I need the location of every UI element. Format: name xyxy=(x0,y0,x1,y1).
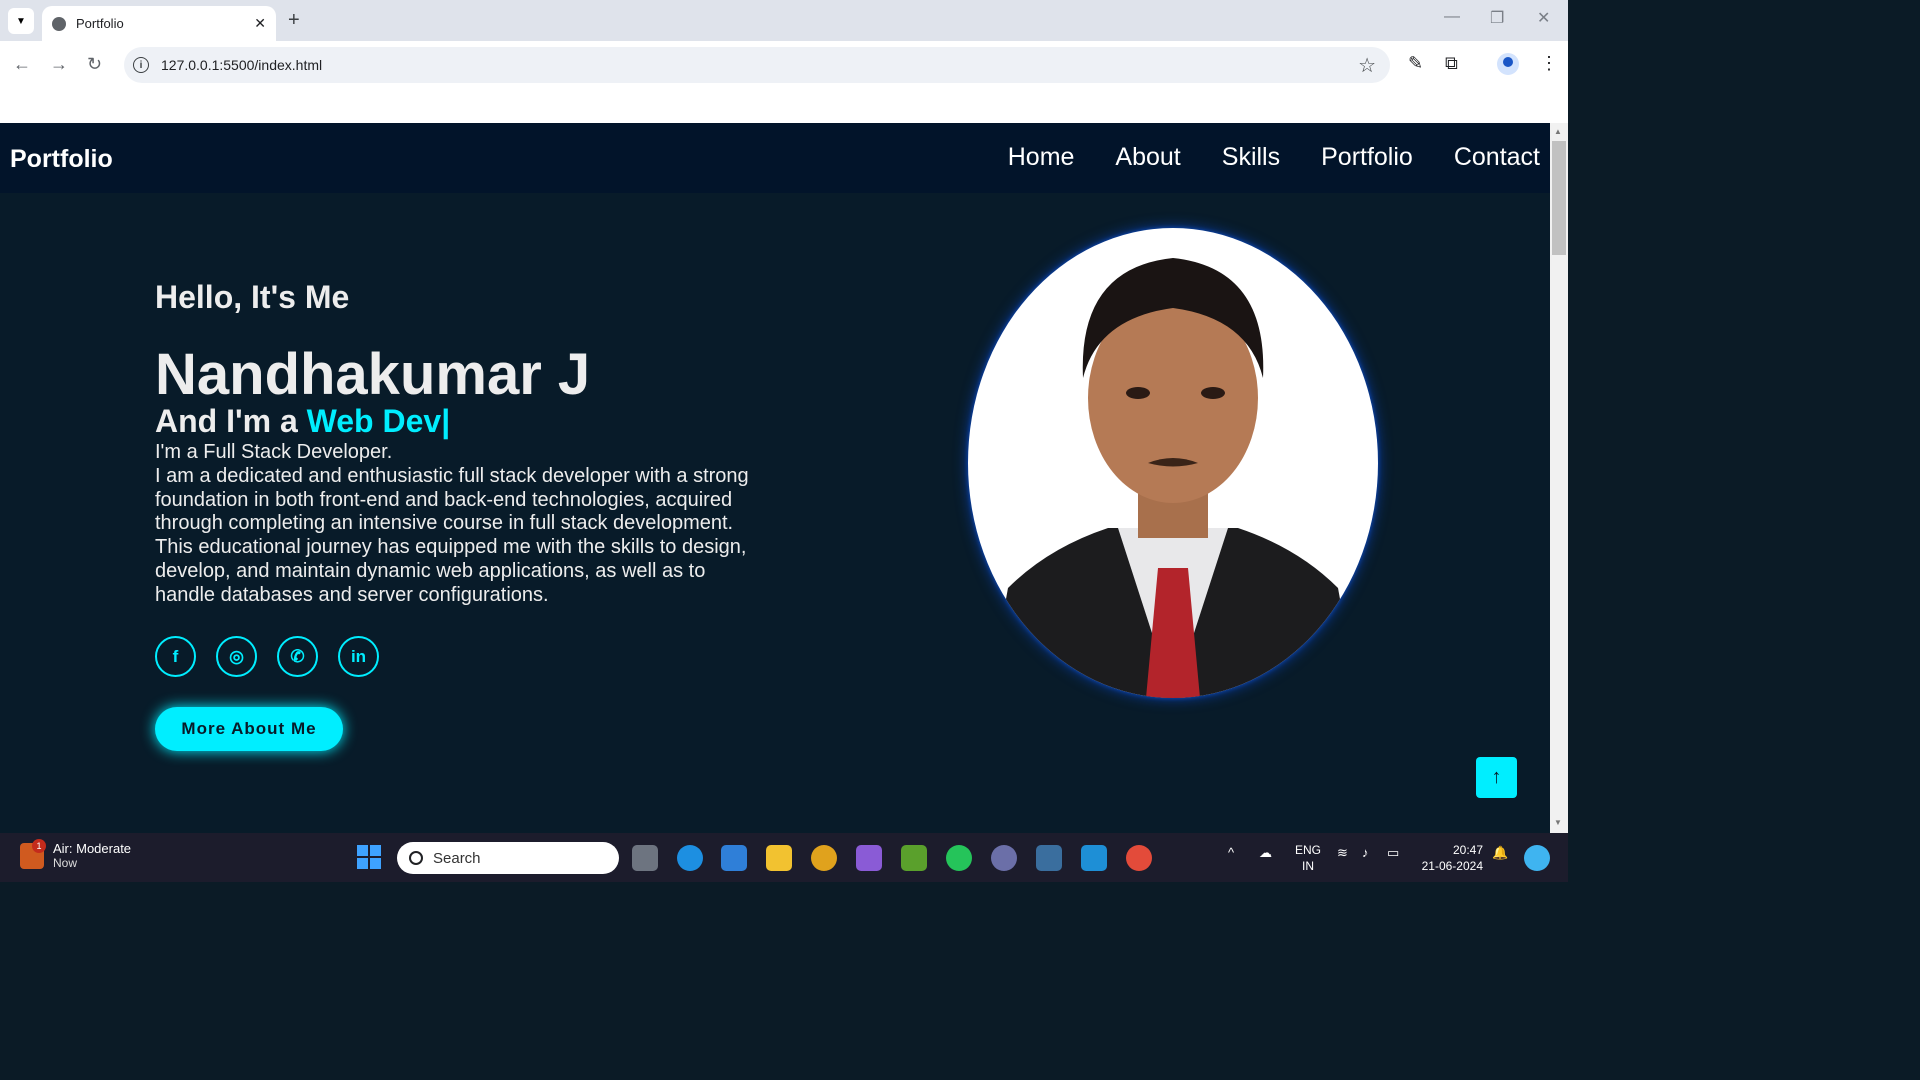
nav-portfolio[interactable]: Portfolio xyxy=(1321,143,1413,172)
tab-search-dropdown-button[interactable]: ▼ xyxy=(8,8,34,34)
scrollbar-thumb[interactable] xyxy=(1552,141,1566,255)
scroll-down-icon[interactable]: ▼ xyxy=(1554,818,1562,827)
linkedin-icon[interactable]: in xyxy=(338,636,379,677)
page-scrollbar[interactable]: ▲ ▼ xyxy=(1550,123,1568,833)
snipping-tool-icon[interactable] xyxy=(901,845,927,871)
site-header: Portfolio Home About Skills Portfolio Co… xyxy=(0,123,1550,193)
nav-home[interactable]: Home xyxy=(1008,143,1075,172)
about-description: I am a dedicated and enthusiastic full s… xyxy=(155,465,749,606)
social-links: f ◎ ✆ in xyxy=(155,636,379,677)
weather-widget[interactable]: 1 Air: Moderate Now xyxy=(20,838,132,870)
tab-title: Portfolio xyxy=(76,16,124,31)
windows-start-icon[interactable] xyxy=(357,845,381,869)
search-icon xyxy=(409,851,423,865)
lang-bottom: IN xyxy=(1302,859,1314,873)
site-nav: Home About Skills Portfolio Contact xyxy=(1008,143,1540,172)
forward-icon[interactable]: → xyxy=(50,54,68,75)
menu-dots-icon[interactable]: ⋮ xyxy=(1540,53,1558,74)
clock-time: 20:47 xyxy=(1452,843,1483,857)
new-tab-button[interactable]: + xyxy=(288,9,300,32)
reload-icon[interactable]: ↻ xyxy=(87,54,102,75)
mail-icon[interactable] xyxy=(721,845,747,871)
volume-icon[interactable]: ♪ xyxy=(1362,845,1369,860)
close-tab-icon[interactable]: ✕ xyxy=(254,15,266,32)
file-explorer-icon[interactable] xyxy=(766,845,792,871)
hello-heading: Hello, It's Me xyxy=(155,279,350,315)
language-indicator[interactable]: ENG IN xyxy=(1294,842,1322,874)
profile-avatar-icon[interactable] xyxy=(1497,53,1519,75)
more-about-me-button[interactable]: More About Me xyxy=(155,707,343,751)
visual-studio-icon[interactable] xyxy=(856,845,882,871)
whatsapp-taskbar-icon[interactable] xyxy=(946,845,972,871)
role-typed-text: Web Dev| xyxy=(306,403,451,439)
bookmarks-area xyxy=(0,89,1568,123)
chrome-canary-icon[interactable] xyxy=(811,845,837,871)
profile-photo-illustration xyxy=(988,258,1358,698)
close-window-icon[interactable]: ✕ xyxy=(1537,8,1550,28)
browser-tab[interactable]: Portfolio ✕ xyxy=(42,6,276,41)
windows-taskbar: 1 Air: Moderate Now Search ^ ☁ ENG IN ≋ … xyxy=(0,833,1568,882)
search-placeholder: Search xyxy=(433,849,481,867)
instagram-icon[interactable]: ◎ xyxy=(216,636,257,677)
restore-icon[interactable]: ❐ xyxy=(1490,8,1504,28)
wifi-icon[interactable]: ≋ xyxy=(1337,845,1348,861)
minimize-icon[interactable]: — xyxy=(1444,8,1460,26)
lang-top: ENG xyxy=(1294,843,1321,857)
browser-toolbar: ← → ↻ i 127.0.0.1:5500/index.html ☆ ✎ ⧉ … xyxy=(0,41,1568,89)
taskbar-clock[interactable]: 20:47 21-06-2024 xyxy=(1419,842,1483,874)
back-icon[interactable]: ← xyxy=(13,54,31,75)
weather-title: Air: Moderate xyxy=(53,841,132,856)
role-prefix: And I'm a xyxy=(155,403,307,439)
whatsapp-icon[interactable]: ✆ xyxy=(277,636,318,677)
eyedropper-icon[interactable]: ✎ xyxy=(1408,53,1423,74)
battery-icon[interactable]: ▭ xyxy=(1387,845,1399,861)
clock-date: 21-06-2024 xyxy=(1421,859,1483,873)
site-info-icon[interactable]: i xyxy=(133,57,149,73)
chevron-down-icon: ▼ xyxy=(16,15,26,27)
portfolio-page: Portfolio Home About Skills Portfolio Co… xyxy=(0,123,1550,833)
nav-about[interactable]: About xyxy=(1115,143,1180,172)
nav-contact[interactable]: Contact xyxy=(1454,143,1540,172)
chrome-icon[interactable] xyxy=(1126,845,1152,871)
taskbar-search[interactable]: Search xyxy=(397,842,619,874)
mysql-icon[interactable] xyxy=(1036,845,1062,871)
task-view-icon[interactable] xyxy=(632,845,658,871)
onedrive-icon[interactable]: ☁ xyxy=(1259,845,1272,861)
nav-skills[interactable]: Skills xyxy=(1222,143,1280,172)
address-bar[interactable]: i 127.0.0.1:5500/index.html ☆ xyxy=(124,47,1390,83)
vscode-icon[interactable] xyxy=(1081,845,1107,871)
notification-bell-icon[interactable]: 🔔 xyxy=(1492,845,1508,861)
globe-icon xyxy=(52,16,66,31)
profile-photo xyxy=(968,228,1378,698)
scroll-to-top-button[interactable]: ↑ xyxy=(1476,757,1517,798)
copilot-icon[interactable] xyxy=(1524,845,1550,871)
browser-tab-bar: ▼ Portfolio ✕ + — ❐ ✕ xyxy=(0,0,1568,41)
weather-sub: Now xyxy=(53,856,78,870)
facebook-icon[interactable]: f xyxy=(155,636,196,677)
show-hidden-icons[interactable]: ^ xyxy=(1228,845,1234,860)
scroll-up-icon[interactable]: ▲ xyxy=(1554,127,1562,136)
bookmark-star-icon[interactable]: ☆ xyxy=(1358,53,1376,78)
extensions-icon[interactable]: ⧉ xyxy=(1445,53,1458,74)
site-logo[interactable]: Portfolio xyxy=(10,145,113,174)
edge-icon[interactable] xyxy=(677,845,703,871)
role-heading: And I'm a Web Dev| xyxy=(155,403,450,440)
weather-badge: 1 xyxy=(32,838,46,853)
url-text[interactable]: 127.0.0.1:5500/index.html xyxy=(161,57,322,73)
name-heading: Nandhakumar J xyxy=(155,342,591,407)
eclipse-icon[interactable] xyxy=(991,845,1017,871)
weather-icon: 1 xyxy=(20,838,46,869)
subtitle-text: I'm a Full Stack Developer. xyxy=(155,441,393,463)
